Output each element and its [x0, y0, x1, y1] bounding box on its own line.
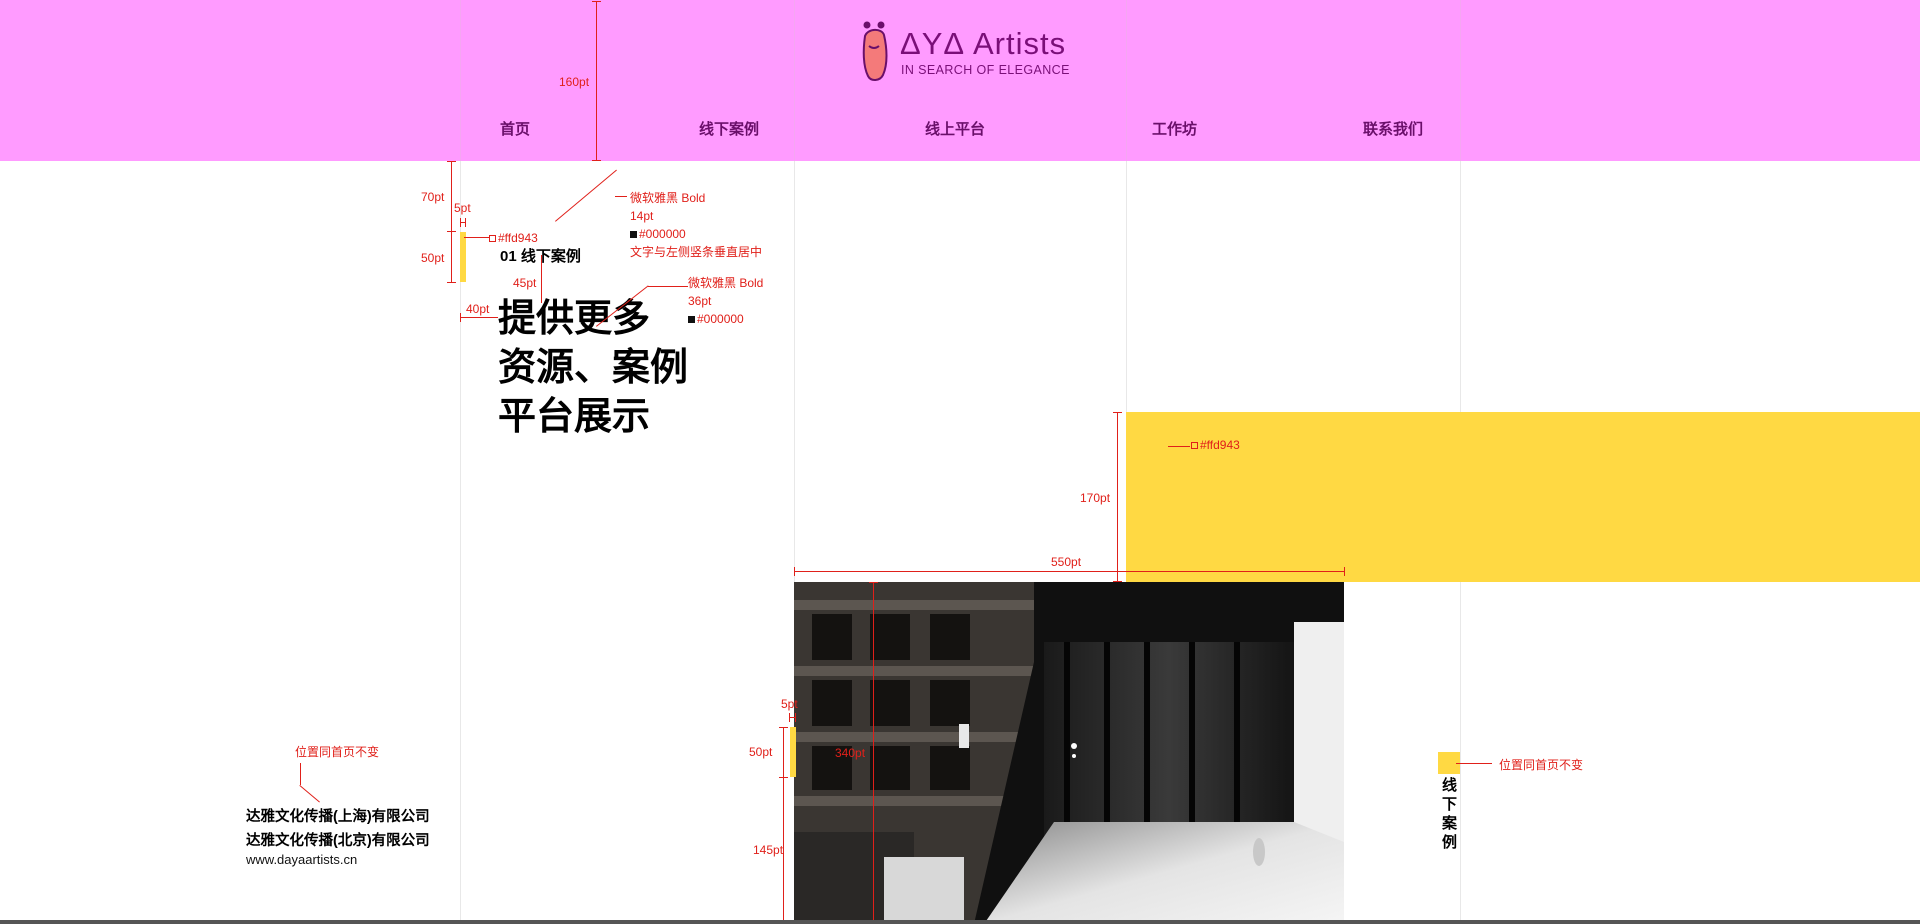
nav-item-workshop[interactable]: 工作坊: [1152, 118, 1197, 139]
dimension-line: [1344, 567, 1345, 576]
leader-line: [1168, 446, 1190, 447]
dimension-line: [783, 727, 784, 924]
leader-line: [300, 763, 301, 785]
theater-photo: [794, 582, 1344, 924]
nav-item-offline-cases[interactable]: 线下案例: [699, 118, 759, 139]
dimension-line: [789, 713, 790, 722]
brand-logo[interactable]: ΔYΔ Artists IN SEARCH OF ELEGANCE: [860, 18, 1069, 84]
website-link[interactable]: www.dayaartists.cn: [246, 852, 357, 867]
dimension-line: [1113, 412, 1122, 413]
dimension-line: [1117, 412, 1118, 582]
annotation-header-height: 160pt: [559, 75, 590, 89]
dimension-line: [592, 160, 601, 161]
company-shanghai: 达雅文化传播(上海)有限公司: [246, 809, 430, 825]
mascot-icon: [862, 21, 888, 81]
swatch-icon: [489, 235, 496, 243]
nav-item-online-platform[interactable]: 线上平台: [925, 118, 985, 139]
annotation-headline-gap: 45pt: [513, 276, 537, 290]
dimension-line: [447, 282, 456, 283]
nav-item-home[interactable]: 首页: [500, 118, 530, 139]
annotation-yellow-height: 170pt: [1080, 491, 1111, 505]
guide-line: [794, 0, 795, 161]
annotation-photo-bar-width: 5pt: [781, 697, 798, 711]
nav-item-contact[interactable]: 联系我们: [1363, 118, 1423, 139]
leader-line: [299, 785, 320, 803]
annotation-left-offset: 40pt: [466, 302, 490, 316]
leader-line: [648, 286, 688, 287]
annotation-footer-note: 位置同首页不变: [295, 745, 380, 759]
leader-line: [464, 237, 490, 238]
dimension-line: [794, 567, 795, 576]
leader-line: [615, 196, 627, 197]
annotation-bar-height: 50pt: [421, 251, 445, 265]
dimension-line: [447, 231, 456, 232]
theater-image: [794, 582, 1344, 924]
side-tab-label[interactable]: 线下案例: [1442, 776, 1458, 852]
dimension-line: [460, 313, 461, 322]
dimension-line: [592, 1, 601, 2]
photo-accent-bar: [790, 727, 796, 777]
headline-line: 平台展示: [498, 396, 651, 438]
dimension-line: [873, 582, 874, 924]
swatch-icon: [1191, 442, 1198, 450]
headline-line: 提供更多: [498, 298, 651, 340]
swatch-icon: [630, 231, 637, 239]
guide-line: [460, 0, 461, 161]
accent-block: [1126, 412, 1920, 582]
annotation-photo-bottom-gap: 145pt: [753, 843, 784, 857]
dimension-line: [795, 713, 796, 722]
brand-tagline: IN SEARCH OF ELEGANCE: [901, 63, 1070, 77]
brand-name: ΔYΔ Artists: [900, 26, 1067, 61]
annotation-label-style: 微软雅黑 Bold 14pt #000000 文字与左侧竖条垂直居中: [630, 191, 763, 259]
dimension-line: [596, 1, 597, 161]
dimension-line: [451, 161, 452, 283]
annotation-photo-width: 550pt: [1051, 555, 1082, 569]
leader-line: [555, 169, 617, 222]
guide-line: [1460, 0, 1461, 161]
section-headline: 提供更多 资源、案例 平台展示: [498, 295, 688, 442]
annotation-bar-width: 5pt: [454, 201, 471, 215]
dimension-line: [460, 218, 461, 227]
dimension-line: [779, 777, 788, 778]
swatch-icon: [688, 316, 695, 324]
dimension-line: [465, 218, 466, 227]
annotation-photo-bar-height: 50pt: [749, 745, 773, 759]
headline-line: 资源、案例: [498, 347, 689, 389]
guide-line: [1126, 0, 1127, 161]
annotation-side-note: 位置同首页不变: [1499, 758, 1584, 772]
annotation-top-gap: 70pt: [421, 190, 445, 204]
dimension-line: [869, 582, 878, 583]
section-accent-bar: [460, 232, 466, 282]
annotation-headline-style: 微软雅黑 Bold 36pt #000000: [688, 276, 764, 326]
annotation-yellow-color: #ffd943: [1191, 438, 1240, 452]
dimension-line: [460, 317, 498, 318]
page-bottom-border: [0, 920, 1920, 924]
leader-line: [1456, 763, 1492, 764]
dimension-line: [779, 727, 788, 728]
dimension-line: [794, 571, 1344, 572]
dimension-line: [447, 161, 456, 162]
annotation-photo-height: 340pt: [835, 746, 866, 760]
company-beijing: 达雅文化传播(北京)有限公司: [246, 833, 430, 849]
